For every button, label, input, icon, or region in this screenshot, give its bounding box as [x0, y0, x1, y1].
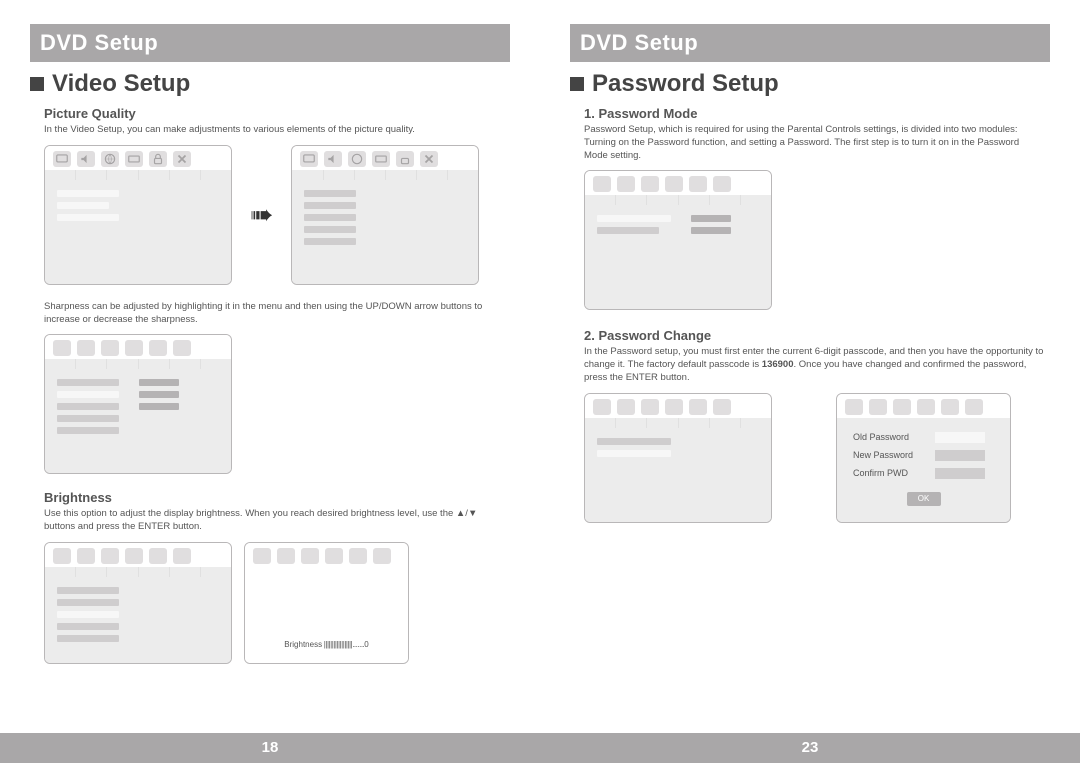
lock-icon [149, 340, 167, 356]
brightness-label: Brightness [284, 640, 322, 649]
globe-icon [101, 340, 119, 356]
text-picture-quality-1: In the Video Setup, you can make adjustm… [44, 124, 504, 137]
icon-strip [45, 543, 231, 567]
field-confirm-password[interactable] [935, 468, 985, 479]
keyboard-icon [125, 548, 143, 564]
close-icon [713, 176, 731, 192]
arrow-right-icon: ➠ [244, 198, 279, 231]
square-bullet-icon [30, 77, 44, 91]
close-icon [420, 151, 438, 167]
close-icon [965, 399, 983, 415]
icon-strip [45, 146, 231, 170]
icon-strip [45, 335, 231, 359]
keyboard-icon [917, 399, 935, 415]
icon-strip [245, 543, 408, 567]
keyboard-icon [125, 151, 143, 167]
section-title-text: Password Setup [592, 70, 779, 98]
section-title-video: Video Setup [30, 70, 510, 98]
audio-icon [869, 399, 887, 415]
ok-button[interactable]: OK [907, 492, 941, 506]
heading-password-mode: 1. Password Mode [584, 106, 1050, 121]
field-old-password[interactable] [935, 432, 985, 443]
screenshot-video-menu-1 [44, 145, 232, 285]
text-brightness: Use this option to adjust the display br… [44, 508, 504, 534]
close-icon [173, 340, 191, 356]
audio-icon [77, 340, 95, 356]
lock-icon [149, 548, 167, 564]
globe-icon [641, 176, 659, 192]
audio-icon [77, 151, 95, 167]
display-icon [593, 176, 611, 192]
display-icon [300, 151, 318, 167]
lock-icon [689, 176, 707, 192]
lock-icon [396, 151, 414, 167]
brightness-ticks: ||||||||||||||||||....... [322, 640, 364, 649]
icon-strip [585, 394, 771, 418]
lock-icon [349, 548, 367, 564]
display-icon [253, 548, 271, 564]
heading-picture-quality: Picture Quality [44, 106, 510, 121]
banner-right: DVD Setup [570, 24, 1050, 62]
default-passcode: 136900 [762, 359, 794, 370]
icon-strip [585, 171, 771, 195]
globe-icon [101, 548, 119, 564]
heading-brightness: Brightness [44, 490, 510, 505]
lock-icon [149, 151, 167, 167]
display-icon [53, 548, 71, 564]
close-icon [173, 151, 191, 167]
banner-left: DVD Setup [30, 24, 510, 62]
page-number-left: 18 [0, 733, 540, 763]
audio-icon [277, 548, 295, 564]
label-confirm-password: Confirm PWD [853, 468, 925, 478]
screenshot-password-change-menu [584, 393, 772, 523]
display-icon [53, 340, 71, 356]
screenshot-password-mode [584, 170, 772, 310]
icon-strip [292, 146, 478, 170]
audio-icon [617, 176, 635, 192]
screenshot-password-dialog: Old Password New Password Confirm PWD OK [836, 393, 1011, 523]
close-icon [713, 399, 731, 415]
globe-icon [101, 151, 119, 167]
display-icon [593, 399, 611, 415]
keyboard-icon [325, 548, 343, 564]
icon-strip [837, 394, 1010, 418]
text-sharpness: Sharpness can be adjusted by highlightin… [44, 301, 504, 327]
field-new-password[interactable] [935, 450, 985, 461]
page-left: DVD Setup Video Setup Picture Quality In… [0, 0, 540, 763]
keyboard-icon [665, 176, 683, 192]
brightness-value: 0 [364, 640, 368, 649]
section-title-text: Video Setup [52, 70, 190, 98]
screenshot-brightness-menu [44, 542, 232, 664]
globe-icon [301, 548, 319, 564]
globe-icon [348, 151, 366, 167]
lock-icon [941, 399, 959, 415]
screenshot-video-menu-2 [291, 145, 479, 285]
audio-icon [324, 151, 342, 167]
keyboard-icon [372, 151, 390, 167]
globe-icon [893, 399, 911, 415]
display-icon [845, 399, 863, 415]
page-number-right: 23 [540, 733, 1080, 763]
square-bullet-icon [570, 77, 584, 91]
globe-icon [641, 399, 659, 415]
display-icon [53, 151, 71, 167]
screenshot-brightness-slider: Brightness ||||||||||||||||||....... 0 [244, 542, 409, 664]
label-new-password: New Password [853, 450, 925, 460]
keyboard-icon [125, 340, 143, 356]
close-icon [373, 548, 391, 564]
text-password-change: In the Password setup, you must first en… [584, 346, 1044, 384]
heading-password-change: 2. Password Change [584, 328, 1050, 343]
keyboard-icon [665, 399, 683, 415]
lock-icon [689, 399, 707, 415]
label-old-password: Old Password [853, 432, 925, 442]
screenshot-sharpness [44, 334, 232, 474]
section-title-password: Password Setup [570, 70, 1050, 98]
close-icon [173, 548, 191, 564]
page-right: DVD Setup Password Setup 1. Password Mod… [540, 0, 1080, 763]
text-password-mode: Password Setup, which is required for us… [584, 124, 1044, 162]
audio-icon [77, 548, 95, 564]
audio-icon [617, 399, 635, 415]
